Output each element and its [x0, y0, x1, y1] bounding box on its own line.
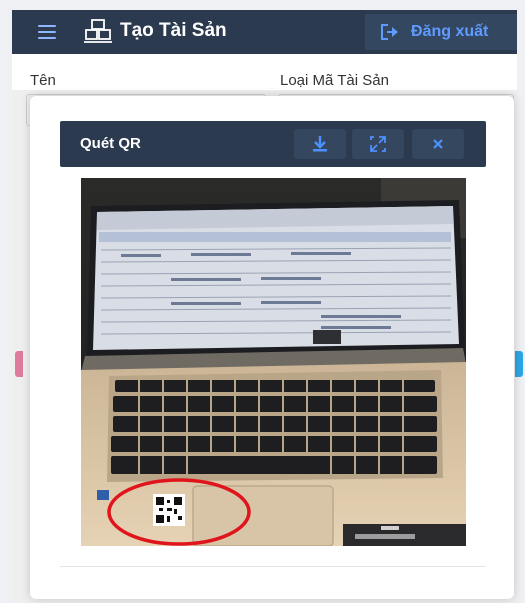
close-button[interactable]	[412, 129, 464, 159]
camera-preview	[81, 178, 466, 546]
logout-button[interactable]: Đăng xuất	[365, 14, 517, 50]
asset-boxes-icon	[84, 19, 112, 43]
dialog-header: Quét QR	[60, 121, 486, 167]
asset-code-type-label: Loại Mã Tài Sản	[280, 72, 389, 89]
qr-scan-dialog: Quét QR	[30, 96, 514, 599]
expand-icon	[370, 136, 386, 152]
expand-button[interactable]	[352, 129, 404, 159]
app-header: Tạo Tài Sản Đăng xuất	[12, 10, 517, 54]
camera-feed-image	[81, 178, 466, 546]
close-icon	[433, 139, 443, 149]
logout-label: Đăng xuất	[411, 23, 489, 40]
dialog-title: Quét QR	[80, 135, 141, 152]
name-label: Tên	[30, 72, 56, 89]
page-title: Tạo Tài Sản	[120, 20, 227, 41]
download-button[interactable]	[294, 129, 346, 159]
menu-icon[interactable]	[38, 25, 56, 39]
download-icon	[313, 136, 327, 152]
logout-icon	[381, 24, 398, 40]
dialog-divider	[60, 566, 486, 567]
